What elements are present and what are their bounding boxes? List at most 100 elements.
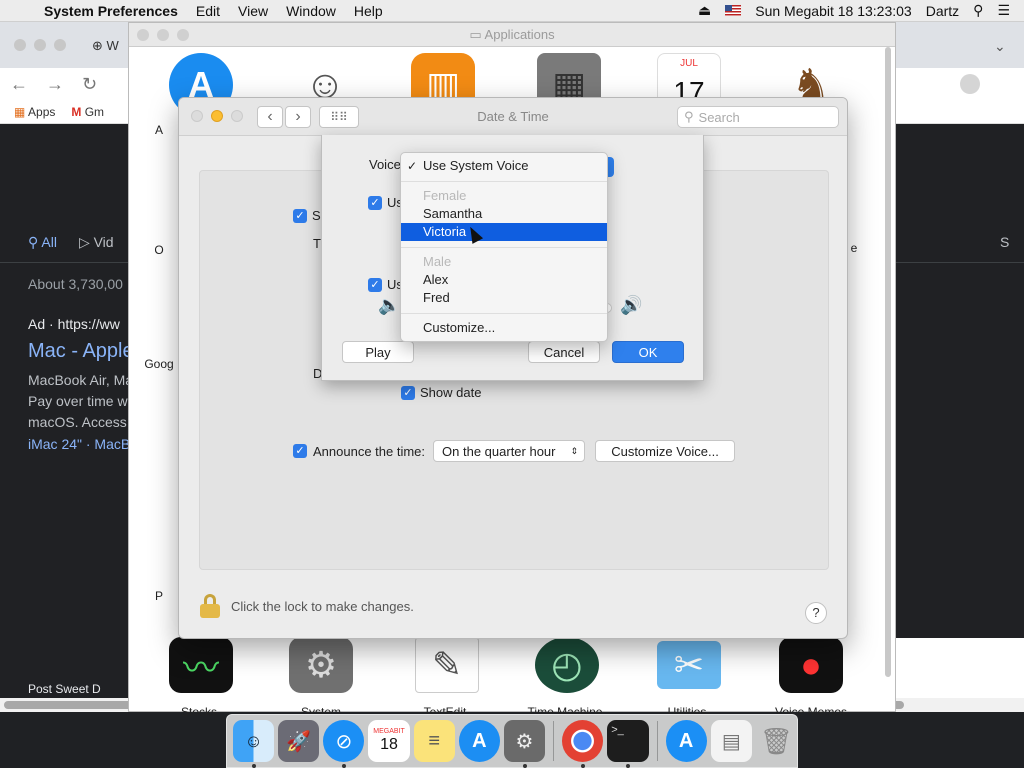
search-placeholder: Search [698,109,740,125]
announce-interval-select[interactable]: On the quarter hour ⇕ [433,440,586,462]
dock-calendar-month: MEGABIT [373,728,405,735]
customize-voice-button[interactable]: Customize Voice... [595,440,736,462]
app-menu[interactable]: System Preferences [44,3,178,19]
apps-bookmark[interactable]: ▦ Apps [14,105,55,119]
footer-partial: Post Sweet D [28,682,101,696]
system-preferences-icon[interactable]: ⚙ [289,637,353,693]
calendar-month: JUL [680,58,698,69]
dock-safari-icon[interactable]: ⊘ [323,720,365,768]
use-option-2-row[interactable]: ✓ Us [368,277,403,292]
zoom-button[interactable] [177,29,189,41]
window-title: Applications [484,27,555,42]
tab-all[interactable]: ⚲ All [28,234,57,251]
menu-header-male: Male [423,254,452,269]
menubar-clock[interactable]: Sun Megabit 18 13:23:03 [755,3,911,19]
use-option-1-row[interactable]: ✓ Us [368,195,403,210]
volume-low-icon: 🔈 [378,295,401,315]
show-date-row[interactable]: ✓ Show date [401,385,481,400]
show-date-checkbox[interactable]: ✓ [401,385,415,400]
dock: ☺ 🚀 ⊘ MEGABIT 18 ≡ A ⚙ >_ A ▤ 🗑 [226,714,798,768]
dock-terminal-icon[interactable]: >_ [607,720,649,768]
show-date-label: Show date [420,385,482,400]
menu-separator [401,247,607,248]
browser-minimize-button[interactable] [34,39,46,51]
menu-item-victoria[interactable]: Victoria [401,223,607,241]
lock-text: Click the lock to make changes. [231,598,414,614]
ad-url[interactable]: Ad · https://ww [28,316,120,332]
search-field[interactable]: ⚲ Search [677,106,839,128]
menubar-user[interactable]: Dartz [926,3,959,19]
eject-icon[interactable]: ⏏ [698,2,711,19]
spotlight-search-icon[interactable]: ⚲ [973,2,983,19]
updown-chevron-icon: ⇕ [570,445,579,456]
menu-view[interactable]: View [238,3,268,19]
use-option-2-checkbox[interactable]: ✓ [368,277,382,292]
apps-bookmark-label: Apps [28,104,56,119]
reload-icon[interactable]: ↻ [82,74,97,95]
tab-videos-label: Vid [93,234,114,250]
gmail-bookmark[interactable]: M Gm [71,105,104,119]
voice-memos-icon[interactable]: ● [779,637,843,693]
help-button[interactable]: ? [805,602,827,624]
browser-zoom-button[interactable] [54,39,66,51]
input-source-flag-icon[interactable] [725,5,742,16]
utilities-folder-icon[interactable]: ✂ [657,641,721,689]
folder-icon: ▭ [469,27,482,42]
window-controls [137,29,189,41]
dock-applications-folder-icon[interactable]: A [665,720,707,762]
menu-item-system-voice[interactable]: ✓ Use System Voice [401,157,607,175]
result-desc-line: macOS. Access [28,414,127,430]
menu-item-customize[interactable]: Customize... [401,319,607,337]
menu-help[interactable]: Help [354,3,383,19]
announce-checkbox[interactable]: ✓ [293,444,307,458]
textedit-icon[interactable]: ✎ [415,637,479,693]
tab-settings-partial[interactable]: S [1000,234,1009,250]
volume-high-icon: 🔊 [620,295,643,315]
result-sitelinks[interactable]: iMac 24" · MacB [28,436,130,452]
time-options-label: T [313,236,321,251]
lock-bar: Click the lock to make changes. [199,594,414,618]
dock-app-store-icon[interactable]: A [458,720,500,762]
voice-dropdown-menu: ✓ Use System Voice Female Samantha Victo… [400,152,608,342]
result-count: About 3,730,00 [28,276,123,292]
show-checkbox[interactable]: ✓ [293,208,307,223]
result-desc-line: Pay over time w [28,393,128,409]
gmail-bookmark-label: Gm [84,104,105,119]
menu-window[interactable]: Window [286,3,336,19]
result-title-link[interactable]: Mac - Apple [28,340,134,363]
menu-edit[interactable]: Edit [196,3,220,19]
time-machine-icon[interactable]: ◴ [535,637,599,693]
dock-notes-icon[interactable]: ≡ [413,720,455,762]
menu-item-samantha[interactable]: Samantha [401,205,607,223]
minimize-button[interactable] [157,29,169,41]
dock-calendar-icon[interactable]: MEGABIT 18 [368,720,410,762]
close-button[interactable] [137,29,149,41]
tab-search-icon[interactable]: ⌄ [994,38,1006,55]
notification-center-icon[interactable]: ☰ [997,2,1010,19]
dock-divider [656,721,658,761]
tab-all-label: All [41,234,57,250]
play-button[interactable]: Play [342,341,414,363]
cancel-button[interactable]: Cancel [528,341,600,363]
dock-finder-icon[interactable]: ☺ [233,720,275,768]
dock-system-preferences-icon[interactable]: ⚙ [503,720,546,768]
profile-avatar[interactable] [960,74,980,94]
result-description: MacBook Air, Ma Pay over time w macOS. A… [28,370,133,433]
browser-close-button[interactable] [14,39,26,51]
dock-launchpad-icon[interactable]: 🚀 [278,720,320,762]
vertical-scrollbar[interactable] [885,47,891,677]
dock-document-icon[interactable]: ▤ [710,720,752,762]
dock-chrome-icon[interactable] [562,720,604,768]
dock-trash-icon[interactable]: 🗑 [756,720,797,762]
ok-button[interactable]: OK [612,341,684,363]
lock-icon[interactable] [199,594,221,618]
menu-item-fred[interactable]: Fred [401,289,607,307]
tab-videos[interactable]: ▷ Vid [79,234,114,251]
forward-icon[interactable]: → [46,74,64,95]
use-option-1-checkbox[interactable]: ✓ [368,195,382,210]
menu-item-alex[interactable]: Alex [401,271,607,289]
browser-tab[interactable]: ⊕ W [92,38,119,54]
stocks-icon[interactable]: 〰 [169,637,233,693]
checkmark-icon: ✓ [407,159,418,173]
back-icon[interactable]: ← [10,74,28,95]
